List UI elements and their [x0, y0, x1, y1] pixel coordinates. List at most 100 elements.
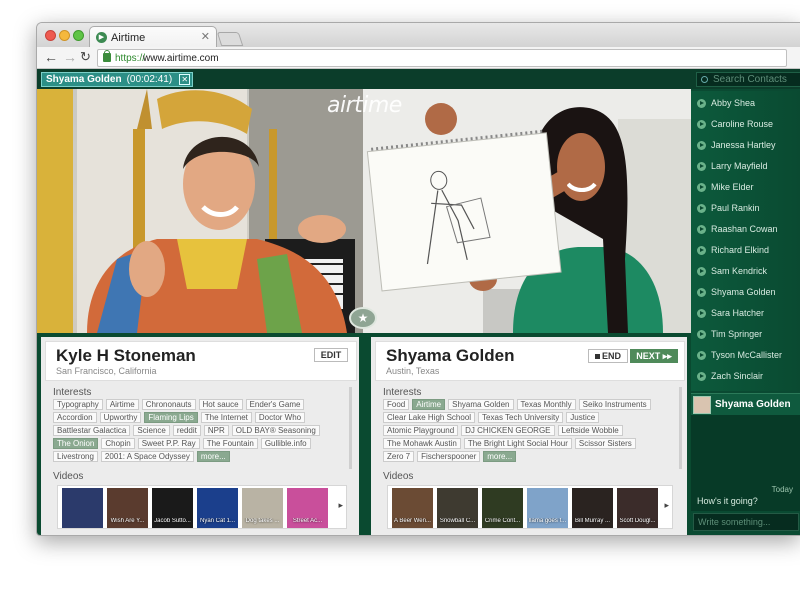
interest-tag[interactable]: OLD BAY® Seasoning	[231, 425, 320, 436]
interest-tag[interactable]: Atomic Playground	[383, 425, 459, 436]
interest-tag[interactable]: 2001: A Space Odyssey	[100, 451, 194, 462]
forward-arrow-icon[interactable]: →	[63, 49, 77, 65]
minimize-window-button[interactable]	[59, 30, 70, 41]
tab-close-icon[interactable]: ✕	[201, 30, 210, 43]
interest-tag[interactable]: DJ CHICKEN GEORGE	[461, 425, 555, 436]
video-thumbnail[interactable]: Crime Cont...	[482, 488, 523, 528]
zoom-window-button[interactable]	[73, 30, 84, 41]
interest-tag[interactable]: Shyama Golden	[448, 399, 514, 410]
title-bar: ▶ Airtime ✕	[37, 23, 800, 48]
interest-tag[interactable]: Leftside Wobble	[557, 425, 623, 436]
contact-item[interactable]: Janessa Hartley	[691, 135, 800, 156]
interest-tag-shared[interactable]: Airtime	[412, 399, 446, 410]
interest-tag[interactable]: reddit	[172, 425, 201, 436]
video-thumbnail[interactable]: A Beer Wen...	[392, 488, 433, 528]
interest-tag[interactable]: Upworthy	[99, 412, 142, 423]
chat-contact-name: Shyama Golden	[715, 399, 791, 410]
next-button[interactable]: NEXT ▸▸	[630, 349, 678, 363]
interest-tag[interactable]: The Mohawk Austin	[383, 438, 461, 449]
chat-timestamp: Today	[771, 485, 793, 494]
more-interests-button[interactable]: more...	[483, 451, 517, 462]
interest-tag[interactable]: The Bright Light Social Hour	[463, 438, 572, 449]
active-call-tab[interactable]: Shyama Golden (00:02:41) ✕	[41, 72, 194, 87]
address-bar[interactable]: https:// www.airtime.com	[97, 49, 787, 67]
video-thumbnail[interactable]: Bill Murray ...	[572, 488, 613, 528]
contact-item[interactable]: Sam Kendrick	[691, 261, 800, 282]
contact-item[interactable]: Raashan Cowan	[691, 219, 800, 240]
reload-icon[interactable]: ↻	[80, 49, 91, 65]
close-window-button[interactable]	[45, 30, 56, 41]
videos-next-icon[interactable]: ▸	[338, 500, 343, 511]
interest-tag[interactable]: Battlestar Galactica	[53, 425, 131, 436]
chat-input[interactable]: Write something...	[693, 513, 799, 531]
chat-header[interactable]: Shyama Golden	[691, 393, 800, 415]
interest-tag[interactable]: Justice	[566, 412, 600, 423]
interest-tag[interactable]: Chopin	[101, 438, 135, 449]
edit-button[interactable]: EDIT	[314, 348, 348, 362]
contact-item[interactable]: Caroline Rouse	[691, 114, 800, 135]
interest-tag[interactable]: Livestrong	[53, 451, 98, 462]
end-call-button[interactable]: END	[588, 349, 628, 363]
new-tab-button[interactable]	[216, 32, 244, 46]
airtime-app: Shyama Golden (00:02:41) ✕ Search Contact…	[37, 69, 800, 535]
video-thumbnail[interactable]: llama goes f...	[527, 488, 568, 528]
contact-item[interactable]: Mike Elder	[691, 177, 800, 198]
interest-tag[interactable]: The Internet	[200, 412, 252, 423]
interest-tag[interactable]: The Fountain	[202, 438, 258, 449]
interest-tag[interactable]: Gullible.info	[260, 438, 311, 449]
play-icon	[697, 183, 706, 192]
interest-tag[interactable]: Accordion	[53, 412, 97, 423]
interest-tag-shared[interactable]: Flaming Lips	[144, 412, 198, 423]
interest-tag[interactable]: Doctor Who	[254, 412, 306, 423]
call-close-icon[interactable]: ✕	[179, 74, 191, 85]
interest-tag[interactable]: Typography	[53, 399, 103, 410]
more-interests-button[interactable]: more...	[196, 451, 230, 462]
remote-videos-strip: A Beer Wen... Snowball C... Crime Cont..…	[387, 485, 673, 529]
interest-tag[interactable]: Food	[383, 399, 410, 410]
interest-tag[interactable]: Seiko Instruments	[578, 399, 651, 410]
contact-item[interactable]: Paul Rankin	[691, 198, 800, 219]
video-thumbnail[interactable]	[62, 488, 103, 528]
interest-tag[interactable]: Texas Tech University	[478, 412, 564, 423]
back-arrow-icon[interactable]: ←	[44, 49, 58, 65]
interest-tag[interactable]: Scissor Sisters	[574, 438, 636, 449]
interest-tag[interactable]: Ender's Game	[245, 399, 305, 410]
video-thumbnail[interactable]: Wish Are Y...	[107, 488, 148, 528]
interest-tag[interactable]: Zero 7	[383, 451, 415, 462]
contact-item[interactable]: Richard Elkind	[691, 240, 800, 261]
interest-tag-shared[interactable]: The Onion	[53, 438, 99, 449]
interests-scrollbar[interactable]	[679, 387, 682, 469]
interest-tag[interactable]: Science	[133, 425, 170, 436]
interest-tag[interactable]: Airtime	[105, 399, 139, 410]
video-thumbnail[interactable]: Jacob Sutto...	[152, 488, 193, 528]
interests-scrollbar[interactable]	[349, 387, 352, 469]
interests-label: Interests	[383, 387, 422, 398]
interest-tag[interactable]: Chrononauts	[141, 399, 196, 410]
airtime-favicon-icon: ▶	[96, 32, 107, 43]
contact-item[interactable]: Sara Hatcher	[691, 303, 800, 324]
star-icon[interactable]: ★	[349, 307, 377, 329]
video-thumbnail[interactable]: Snowball C...	[437, 488, 478, 528]
videos-next-icon[interactable]: ▸	[664, 500, 669, 511]
contact-item[interactable]: Tyson McCallister	[691, 345, 800, 366]
call-timer: (00:02:41)	[126, 74, 173, 85]
contact-item[interactable]: Tim Springer	[691, 324, 800, 345]
video-thumbnail[interactable]: Street Ac...	[287, 488, 328, 528]
interest-tag[interactable]: Sweet P.P. Ray	[137, 438, 200, 449]
contact-item[interactable]: Larry Mayfield	[691, 156, 800, 177]
video-thumbnail[interactable]: Dog takes ...	[242, 488, 283, 528]
interest-tag[interactable]: NPR	[203, 425, 229, 436]
interest-tag[interactable]: Hot sauce	[198, 399, 243, 410]
video-thumbnail[interactable]: Scott Dougl...	[617, 488, 658, 528]
contact-item[interactable]: Zach Sinclair	[691, 366, 800, 387]
interest-tag[interactable]: Texas Monthly	[516, 399, 576, 410]
contact-item[interactable]: Shyama Golden	[691, 282, 800, 303]
interest-tag[interactable]: Fischerspooner	[417, 451, 481, 462]
search-contacts-input[interactable]: Search Contacts	[696, 72, 800, 87]
contact-list: Abby Shea Caroline Rouse Janessa Hartley…	[691, 91, 800, 391]
video-thumbnail[interactable]: Nyan Cat 1...	[197, 488, 238, 528]
play-icon	[697, 120, 706, 129]
browser-tab[interactable]: ▶ Airtime ✕	[89, 26, 217, 48]
interest-tag[interactable]: Clear Lake High School	[383, 412, 476, 423]
contact-item[interactable]: Abby Shea	[691, 93, 800, 114]
